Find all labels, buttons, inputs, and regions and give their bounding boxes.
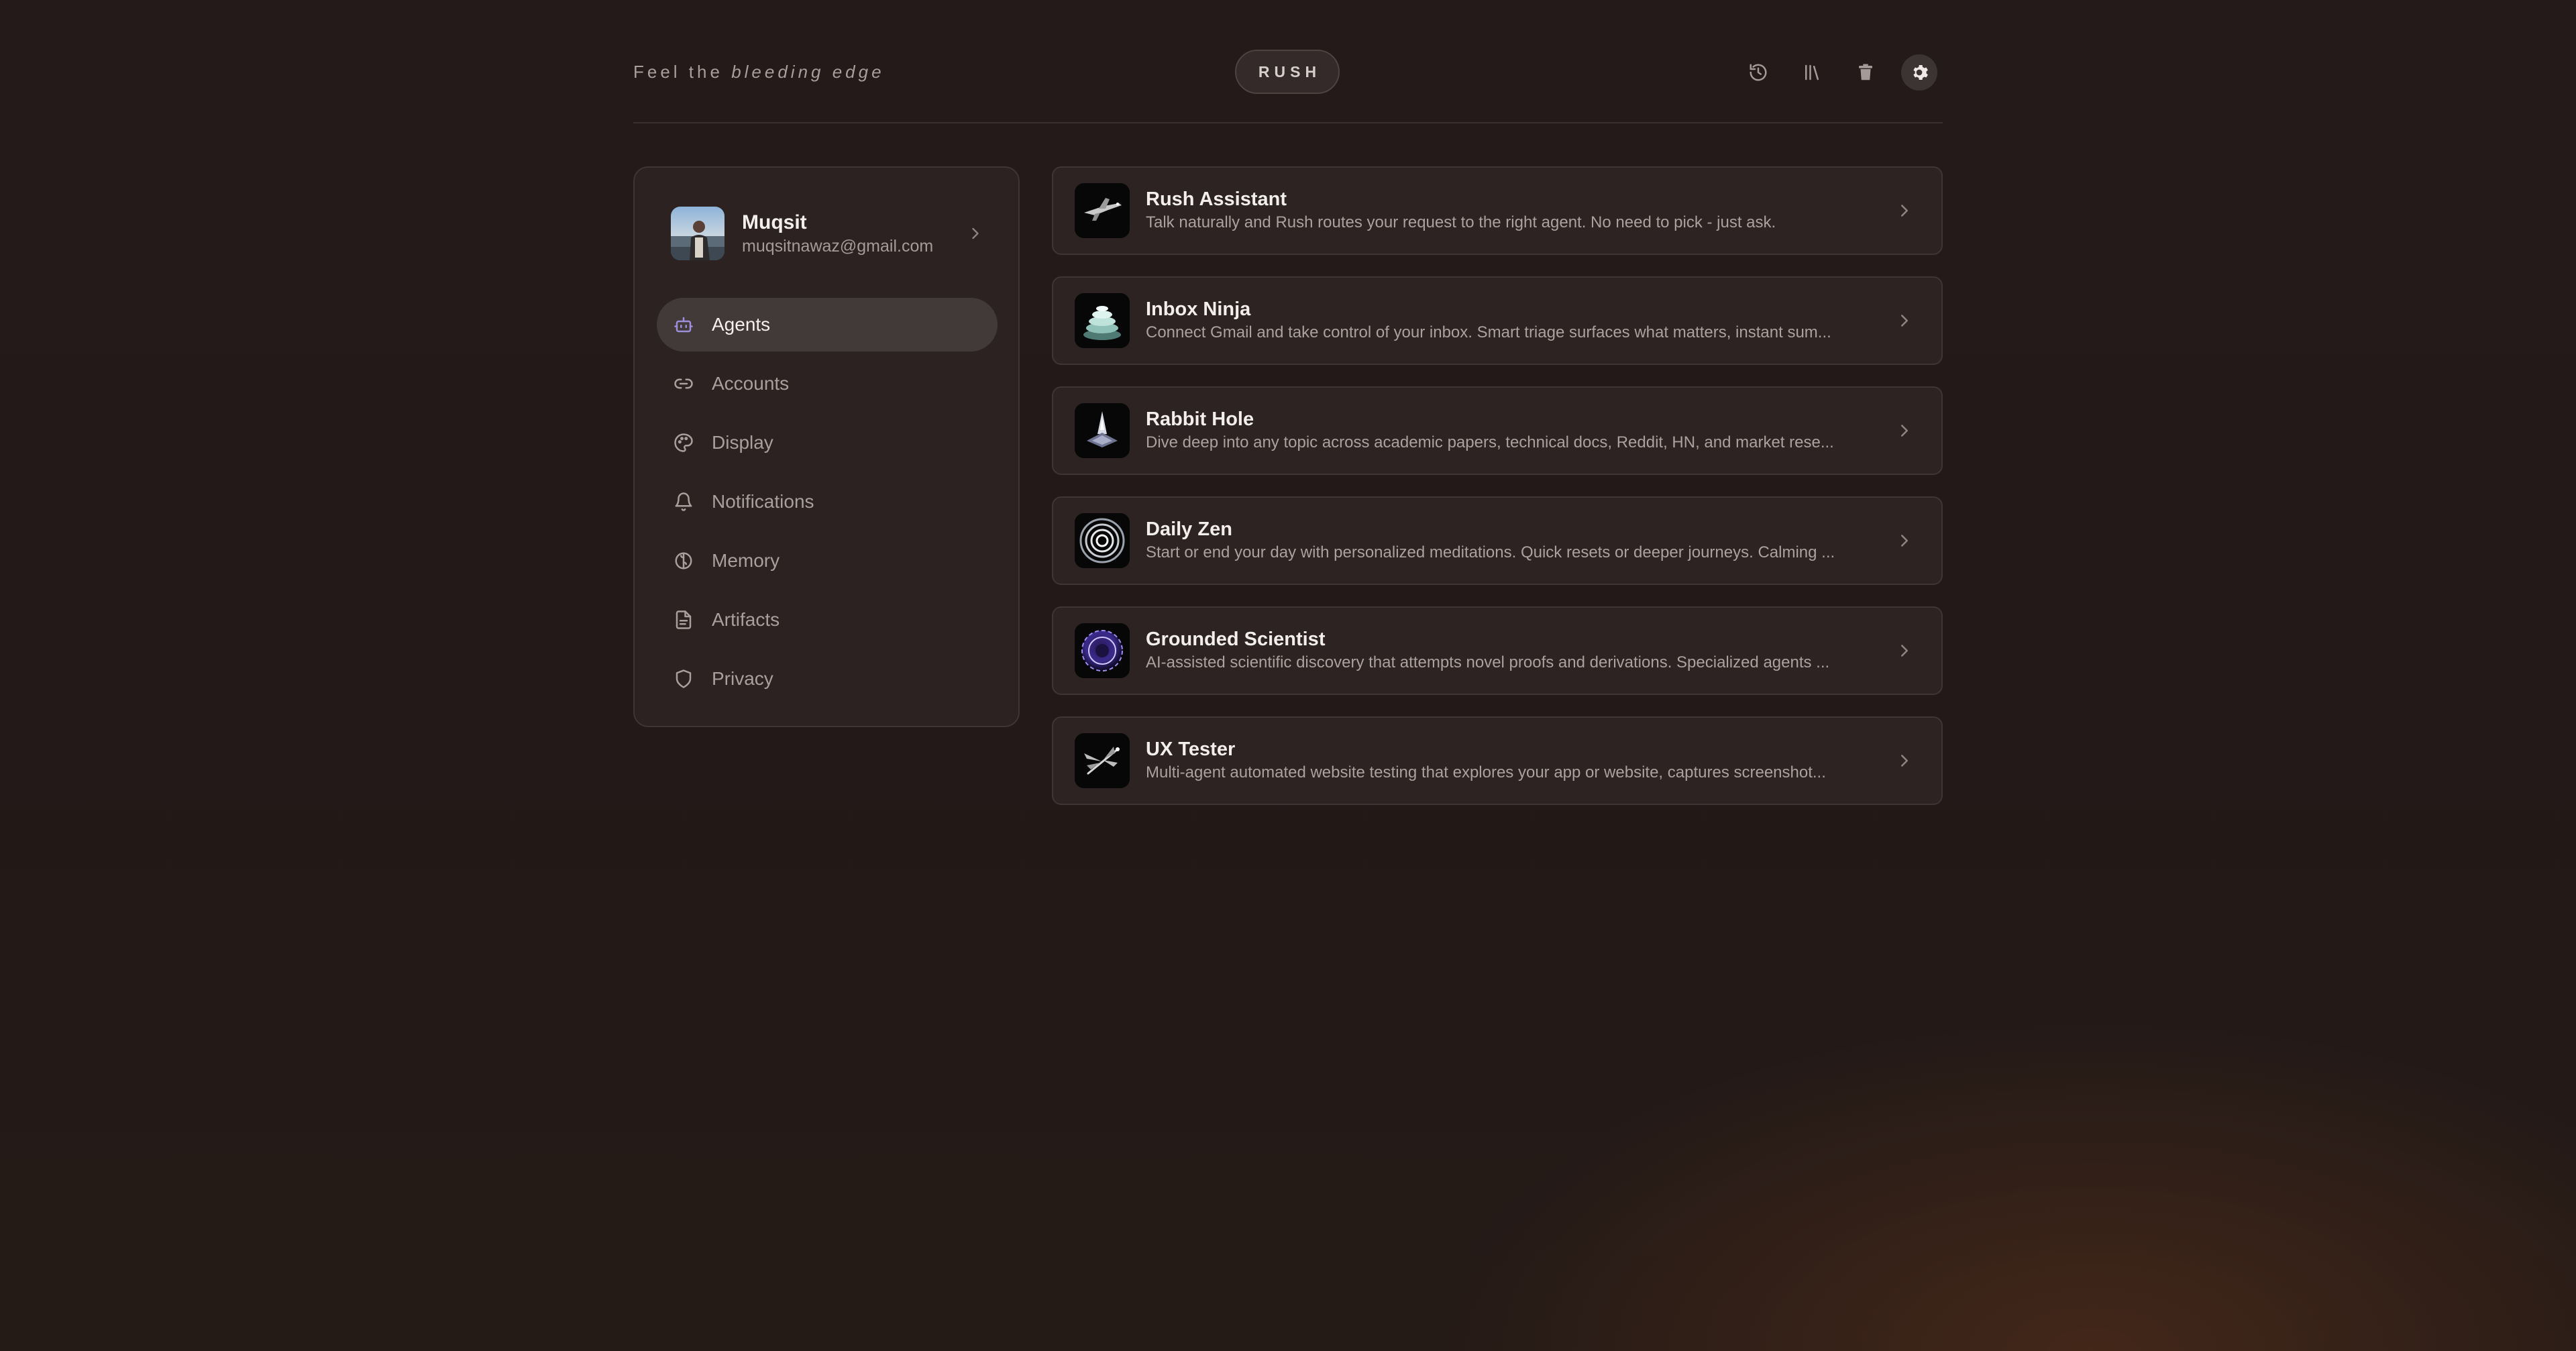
chevron-right-icon bbox=[972, 227, 979, 239]
settings-icon[interactable] bbox=[1901, 54, 1937, 91]
sidebar-item-label: Display bbox=[712, 432, 773, 453]
agent-card-rush-assistant[interactable]: Rush Assistant Talk naturally and Rush r… bbox=[1052, 166, 1943, 255]
stack-icon bbox=[1075, 293, 1130, 348]
sidebar-item-artifacts[interactable]: Artifacts bbox=[657, 593, 998, 647]
agent-card-inbox-ninja[interactable]: Inbox Ninja Connect Gmail and take contr… bbox=[1052, 276, 1943, 365]
chevron-right-icon bbox=[1901, 425, 1908, 437]
document-icon bbox=[673, 609, 694, 631]
dragonfly-icon bbox=[1075, 733, 1130, 788]
agent-name: UX Tester bbox=[1146, 739, 1236, 760]
top-bar: Feel the bleeding edge RUSH bbox=[633, 50, 1943, 95]
agent-name: Grounded Scientist bbox=[1146, 629, 1326, 650]
sidebar-item-notifications[interactable]: Notifications bbox=[657, 475, 998, 529]
sidebar-item-label: Notifications bbox=[712, 491, 814, 512]
agent-name: Inbox Ninja bbox=[1146, 299, 1251, 320]
chevron-right-icon bbox=[1901, 645, 1908, 657]
sidebar-nav: Agents Accounts Display Notifications Me… bbox=[657, 298, 998, 711]
history-icon[interactable] bbox=[1740, 54, 1776, 91]
agent-card-daily-zen[interactable]: Daily Zen Start or end your day with per… bbox=[1052, 496, 1943, 585]
tagline-prefix: Feel the bbox=[633, 62, 723, 82]
agent-description: Talk naturally and Rush routes your requ… bbox=[1146, 213, 1776, 231]
agent-description: Start or end your day with personalized … bbox=[1146, 543, 1835, 561]
agent-description: Dive deep into any topic across academic… bbox=[1146, 433, 1834, 451]
header-divider bbox=[633, 122, 1943, 123]
sidebar-item-display[interactable]: Display bbox=[657, 416, 998, 470]
agent-card-rabbit-hole[interactable]: Rabbit Hole Dive deep into any topic acr… bbox=[1052, 386, 1943, 475]
agents-list: Rush Assistant Talk naturally and Rush r… bbox=[1052, 166, 1943, 826]
tagline-emphasis: bleeding edge bbox=[731, 62, 885, 82]
chevron-right-icon bbox=[1901, 535, 1908, 547]
robot-icon bbox=[673, 314, 694, 335]
sphere-icon bbox=[1075, 623, 1130, 678]
sidebar-item-label: Accounts bbox=[712, 373, 790, 394]
library-icon[interactable] bbox=[1794, 54, 1830, 91]
agent-description: Connect Gmail and take control of your i… bbox=[1146, 323, 1831, 341]
shield-icon bbox=[673, 668, 694, 690]
plane-icon bbox=[1075, 183, 1130, 238]
profile-email: muqsitnawaz@gmail.com bbox=[742, 237, 934, 256]
sidebar-item-agents[interactable]: Agents bbox=[657, 298, 998, 352]
profile-card[interactable]: Muqsit muqsitnawaz@gmail.com bbox=[671, 205, 985, 262]
trash-icon[interactable] bbox=[1847, 54, 1884, 91]
palette-icon bbox=[673, 432, 694, 453]
profile-name: Muqsit bbox=[742, 211, 807, 233]
chevron-right-icon bbox=[1901, 315, 1908, 327]
sidebar-item-memory[interactable]: Memory bbox=[657, 534, 998, 588]
agent-name: Rabbit Hole bbox=[1146, 409, 1254, 430]
spire-icon bbox=[1075, 403, 1130, 458]
brand-button[interactable]: RUSH bbox=[1235, 50, 1340, 94]
chevron-right-icon bbox=[1901, 205, 1908, 217]
agent-name: Rush Assistant bbox=[1146, 188, 1287, 210]
rings-icon bbox=[1075, 513, 1130, 568]
chevron-right-icon bbox=[1901, 755, 1908, 767]
agent-card-grounded-scientist[interactable]: Grounded Scientist AI-assisted scientifi… bbox=[1052, 606, 1943, 695]
sidebar-item-label: Artifacts bbox=[712, 609, 780, 630]
avatar bbox=[671, 207, 724, 260]
agent-description: Multi-agent automated website testing th… bbox=[1146, 763, 1826, 781]
sidebar-item-privacy[interactable]: Privacy bbox=[657, 652, 998, 706]
link-icon bbox=[673, 373, 694, 394]
agent-name: Daily Zen bbox=[1146, 519, 1232, 540]
sidebar-item-accounts[interactable]: Accounts bbox=[657, 357, 998, 411]
bell-icon bbox=[673, 491, 694, 512]
sidebar-item-label: Memory bbox=[712, 550, 780, 571]
agent-description: AI-assisted scientific discovery that at… bbox=[1146, 653, 1830, 671]
sidebar-item-label: Agents bbox=[712, 314, 771, 335]
agent-card-ux-tester[interactable]: UX Tester Multi-agent automated website … bbox=[1052, 716, 1943, 805]
tagline: Feel the bleeding edge bbox=[633, 62, 885, 83]
settings-sidebar: Muqsit muqsitnawaz@gmail.com Agents Acco… bbox=[633, 166, 1020, 727]
brain-icon bbox=[673, 550, 694, 572]
sidebar-item-label: Privacy bbox=[712, 668, 773, 689]
